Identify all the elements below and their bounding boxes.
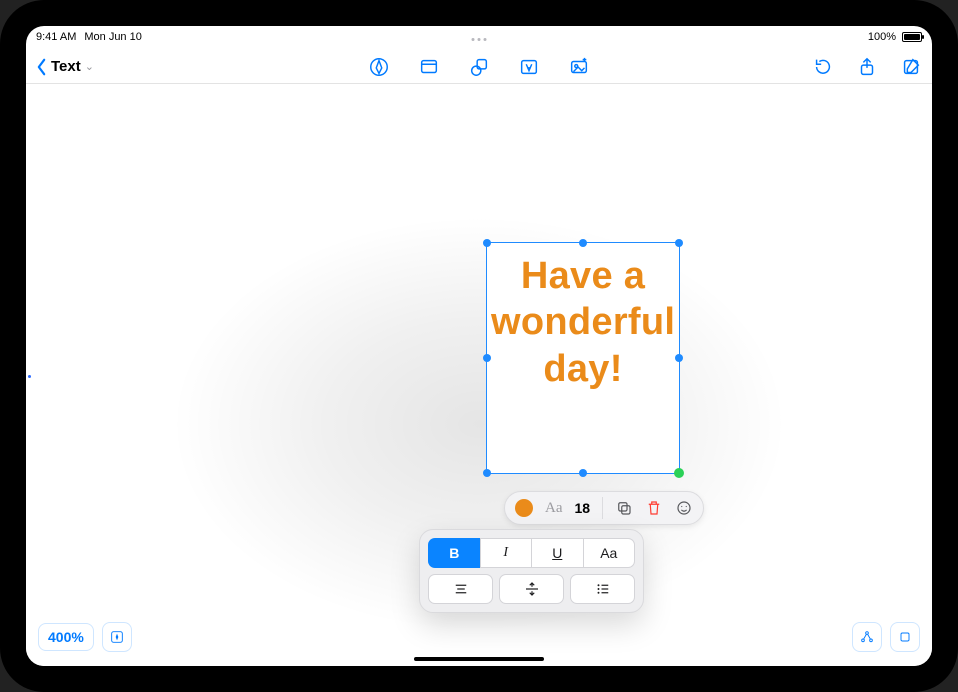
compose-button[interactable] (900, 56, 922, 78)
resize-handle[interactable] (579, 469, 587, 477)
image-tool-button[interactable] (568, 56, 590, 78)
text-tool-button[interactable] (518, 56, 540, 78)
list-button[interactable] (570, 574, 635, 604)
resize-handle[interactable] (483, 354, 491, 362)
board-title-dropdown[interactable]: Text ⌄ (51, 58, 94, 75)
shape-tool-button[interactable] (468, 56, 490, 78)
resize-handle[interactable] (675, 239, 683, 247)
canvas[interactable]: Have a wonderful day! Aa 18 (26, 84, 932, 666)
delete-button[interactable] (645, 499, 663, 517)
text-box-selected[interactable]: Have a wonderful day! (486, 242, 680, 474)
board-title: Text (51, 58, 81, 75)
fit-view-button[interactable] (890, 622, 920, 652)
duplicate-button[interactable] (615, 499, 633, 517)
status-time: 9:41 AM (36, 31, 76, 43)
more-emoji-button[interactable] (675, 499, 693, 517)
divider (602, 497, 603, 519)
resize-handle[interactable] (483, 469, 491, 477)
chevron-down-icon: ⌄ (85, 60, 94, 73)
resize-handle-corner[interactable] (674, 468, 684, 478)
resize-handle[interactable] (579, 239, 587, 247)
share-button[interactable] (856, 56, 878, 78)
screen: 9:41 AM Mon Jun 10 100% Text ⌄ (26, 26, 932, 666)
graph-view-button[interactable] (852, 622, 882, 652)
color-picker-button[interactable] (515, 499, 533, 517)
navigator-button[interactable] (102, 622, 132, 652)
font-size-button[interactable]: 18 (575, 500, 591, 516)
battery-pct: 100% (868, 31, 896, 43)
back-button[interactable] (36, 58, 47, 76)
status-bar: 9:41 AM Mon Jun 10 100% (26, 26, 932, 48)
align-button[interactable] (428, 574, 493, 604)
home-indicator[interactable] (414, 657, 544, 661)
resize-handle[interactable] (675, 354, 683, 362)
case-toggle[interactable]: Aa (583, 538, 636, 568)
bold-toggle[interactable]: B (428, 538, 480, 568)
underline-toggle[interactable]: U (531, 538, 583, 568)
text-format-panel: B I U Aa (419, 529, 644, 613)
device-frame: 9:41 AM Mon Jun 10 100% Text ⌄ (0, 0, 958, 692)
app-toolbar: Text ⌄ (26, 50, 932, 84)
edge-indicator (28, 375, 31, 378)
italic-toggle[interactable]: I (480, 538, 532, 568)
vertical-align-button[interactable] (499, 574, 564, 604)
zoom-level-button[interactable]: 400% (38, 623, 94, 651)
battery-icon (902, 32, 922, 42)
pen-tool-button[interactable] (368, 56, 390, 78)
sticky-note-button[interactable] (418, 56, 440, 78)
undo-button[interactable] (812, 56, 834, 78)
status-date: Mon Jun 10 (84, 31, 141, 43)
resize-handle[interactable] (483, 239, 491, 247)
text-context-toolbar: Aa 18 (504, 491, 704, 525)
font-button[interactable]: Aa (545, 500, 563, 517)
text-box-content[interactable]: Have a wonderful day! (487, 243, 679, 402)
